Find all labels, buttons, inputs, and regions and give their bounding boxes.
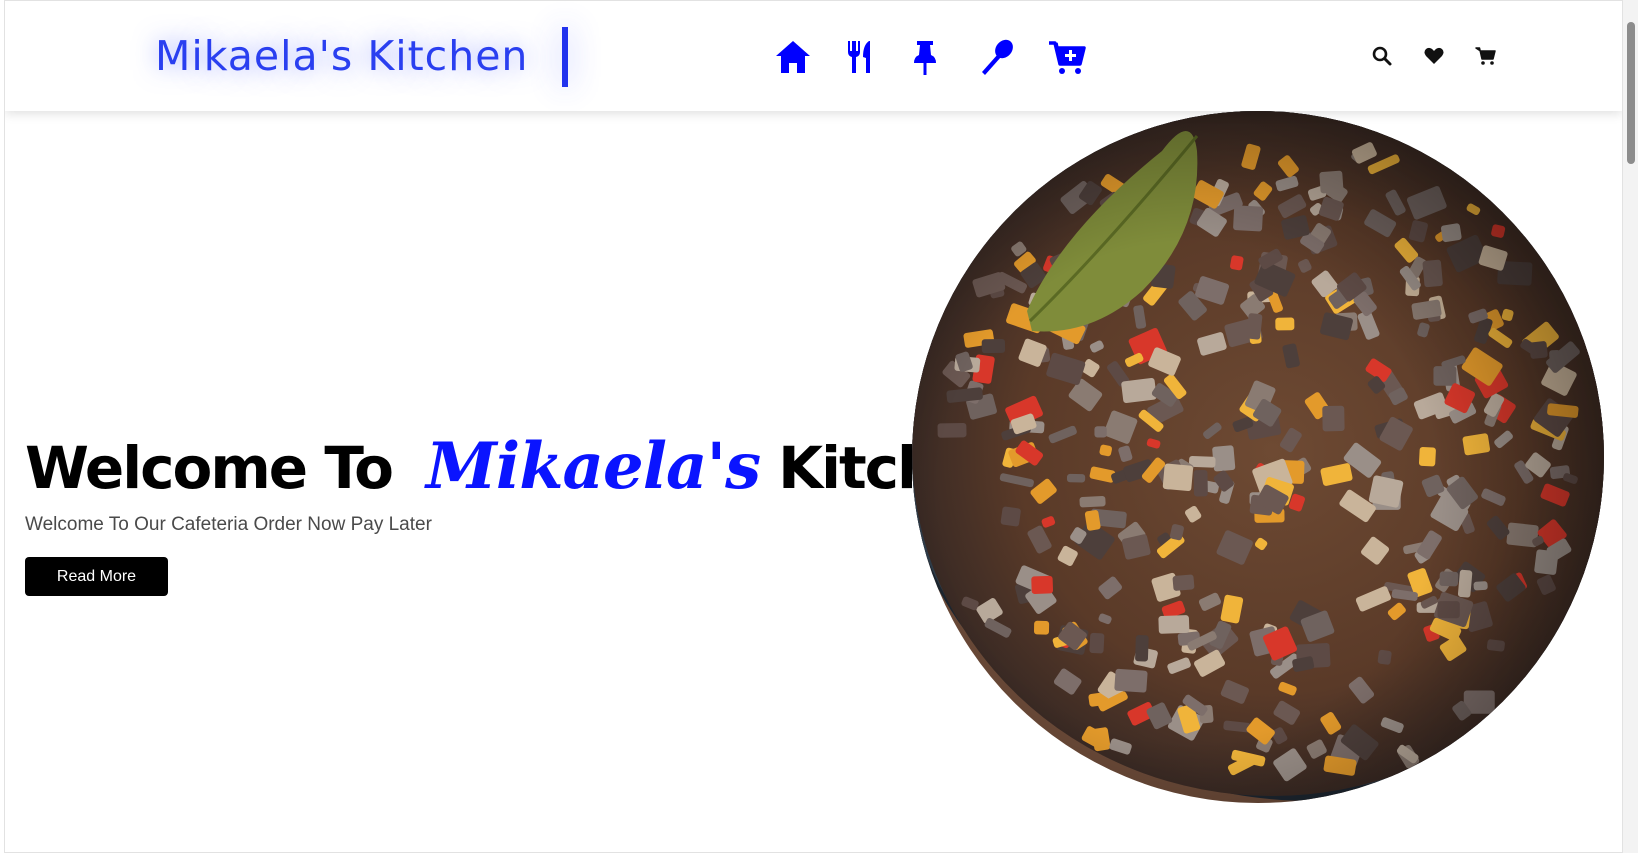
- spoon-icon[interactable]: [977, 37, 1017, 77]
- hero-title: Welcome To Mikaela's Kitchen: [25, 429, 1015, 504]
- read-more-button[interactable]: Read More: [25, 557, 168, 596]
- hero-subtitle: Welcome To Our Cafeteria Order Now Pay L…: [25, 514, 432, 535]
- cart-icon[interactable]: [1475, 45, 1497, 67]
- utensils-icon[interactable]: [839, 37, 879, 77]
- site-header: Mikaela's Kitchen: [5, 1, 1622, 111]
- page-scrollbar[interactable]: [1623, 0, 1638, 853]
- heart-icon[interactable]: [1423, 45, 1445, 67]
- home-icon[interactable]: [773, 37, 813, 77]
- dish-illustration: [912, 111, 1604, 803]
- hero-dish-image: [912, 111, 1604, 803]
- brand-divider: [562, 27, 568, 87]
- hero-title-prefix: Welcome To: [25, 434, 394, 502]
- brand-logo-text[interactable]: Mikaela's Kitchen: [155, 25, 528, 87]
- search-icon[interactable]: [1371, 45, 1393, 67]
- page: Mikaela's Kitchen Welcome To Mikaela's K…: [4, 0, 1623, 853]
- hero-title-brand: Mikaela's: [426, 429, 761, 504]
- scrollbar-thumb[interactable]: [1627, 22, 1635, 164]
- cart-plus-icon[interactable]: [1047, 37, 1087, 77]
- pin-icon[interactable]: [905, 37, 945, 77]
